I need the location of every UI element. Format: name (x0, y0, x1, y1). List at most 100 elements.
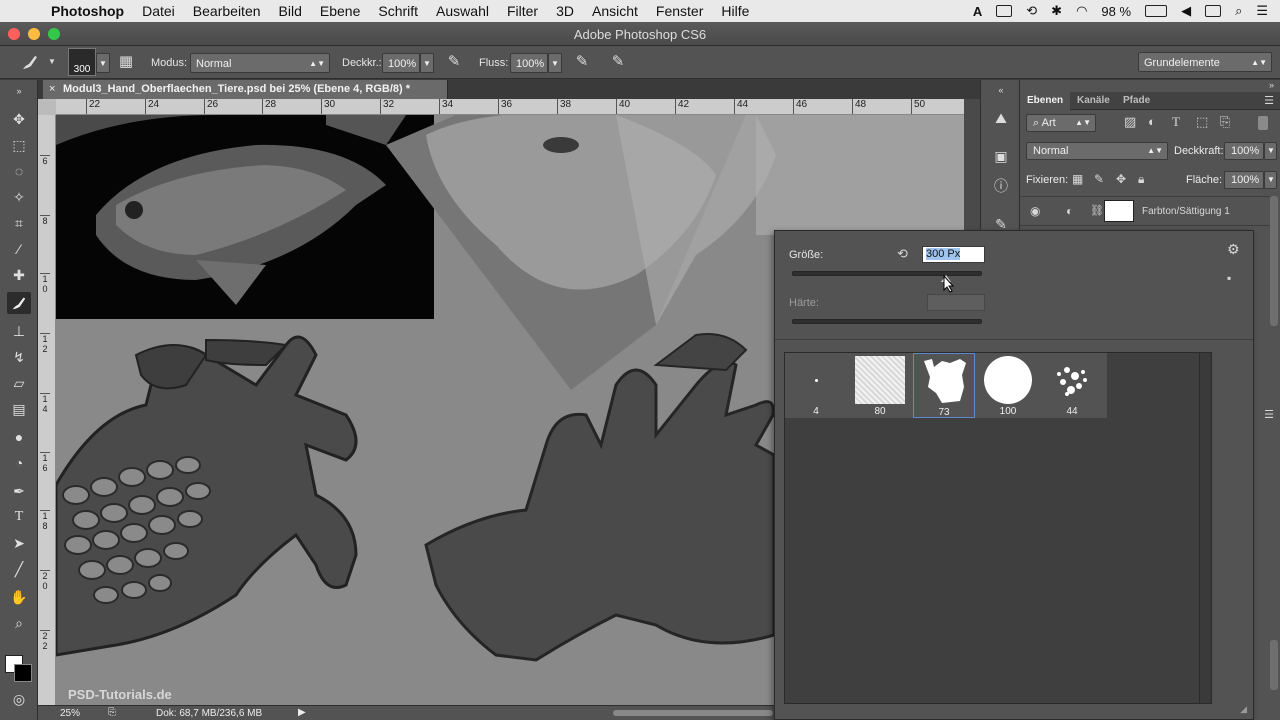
line-tool-icon[interactable]: ╱ (7, 558, 31, 580)
new-preset-icon[interactable]: ▪ (1227, 271, 1231, 285)
lower-panel-scrollbar[interactable] (1270, 640, 1278, 690)
layer-opacity-dropdown[interactable]: ▼ (1264, 142, 1277, 160)
layer-name[interactable]: Farbton/Sättigung 1 (1142, 206, 1230, 217)
resize-grip-icon[interactable]: ◢ (1240, 704, 1247, 715)
layer-opacity-input[interactable]: 100% (1224, 142, 1264, 160)
tool-preset-dropdown-icon[interactable]: ▼ (42, 52, 62, 72)
pressure-opacity-icon[interactable]: ✎ (444, 52, 464, 72)
blend-mode-select[interactable]: Normal ▲▼ (1026, 142, 1168, 160)
notification-center-icon[interactable]: ☰ (1256, 3, 1268, 19)
brush-size-preview[interactable]: 300 (68, 48, 96, 76)
filter-toggle-switch[interactable] (1258, 116, 1268, 130)
lock-image-icon[interactable]: ✎ (1094, 172, 1104, 186)
crop-tool-icon[interactable]: ⌗ (7, 212, 31, 234)
horizontal-ruler[interactable]: 22 24 26 28 30 32 34 36 38 40 42 44 46 4… (56, 99, 964, 115)
flow-input[interactable]: 100% (510, 53, 548, 73)
lower-panel-menu-icon[interactable]: ☰ (1264, 408, 1274, 421)
marquee-tool-icon[interactable]: ⬚ (7, 134, 31, 156)
pen-tool-icon[interactable]: ✒ (7, 480, 31, 502)
picker-settings-gear-icon[interactable]: ⚙ (1227, 241, 1240, 258)
hand-tool-icon[interactable]: ✋ (7, 586, 31, 608)
menu-ansicht[interactable]: Ansicht (583, 0, 647, 22)
document-tab[interactable]: × Modul3_Hand_Oberflaechen_Tiere.psd bei… (43, 80, 448, 99)
type-tool-icon[interactable]: T (7, 506, 31, 528)
adobe-icon[interactable]: A (973, 4, 982, 19)
filter-pixel-layers-icon[interactable]: ▨ (1124, 114, 1136, 130)
flow-dropdown[interactable]: ▼ (548, 53, 562, 73)
panel-collapse-icon[interactable]: » (1269, 80, 1274, 90)
layer-row[interactable]: ◉ ◐ ⛓ Farbton/Sättigung 1 (1020, 196, 1270, 226)
workspace-select[interactable]: Grundelemente ▲▼ (1138, 52, 1272, 72)
layer-mask-thumbnail[interactable] (1104, 200, 1134, 222)
collapse-tools-icon[interactable]: » (7, 80, 31, 102)
panel-menu-icon[interactable]: ☰ (1264, 94, 1274, 107)
filter-type-layers-icon[interactable]: T (1172, 114, 1180, 130)
histogram-icon[interactable]: ⛰ (991, 108, 1011, 128)
layers-scrollbar[interactable] (1270, 196, 1278, 326)
navigator-icon[interactable]: ▣ (991, 146, 1011, 166)
ruler-origin[interactable] (38, 99, 56, 115)
lock-position-icon[interactable]: ✥ (1116, 172, 1126, 186)
menu-photoshop[interactable]: Photoshop (42, 0, 133, 22)
healing-brush-tool-icon[interactable]: ✚ (7, 264, 31, 286)
menu-datei[interactable]: Datei (133, 0, 184, 22)
background-color-swatch[interactable] (14, 664, 32, 682)
spotlight-search-icon[interactable]: ⌕ (1235, 3, 1242, 19)
brush-preset[interactable]: 100 (977, 353, 1039, 418)
battery-percent[interactable]: 98 % (1101, 4, 1131, 19)
brush-tool-preset-icon[interactable] (20, 52, 40, 72)
vertical-ruler[interactable]: 6 8 1 0 1 2 1 4 1 6 1 8 2 0 2 2 (38, 115, 56, 705)
layer-link-icon[interactable]: ⛓ (1090, 204, 1104, 217)
eyedropper-tool-icon[interactable]: ⁄ (7, 238, 31, 260)
quick-selection-tool-icon[interactable]: ✧ (7, 186, 31, 208)
visibility-eye-icon[interactable]: ◉ (1030, 204, 1040, 218)
eraser-tool-icon[interactable]: ▱ (7, 372, 31, 394)
brush-panel-toggle-icon[interactable]: ▦ (116, 52, 136, 72)
fill-dropdown[interactable]: ▼ (1264, 171, 1277, 189)
fill-input[interactable]: 100% (1224, 171, 1264, 189)
lock-all-icon[interactable]: 🔒︎ (1138, 172, 1144, 187)
brush-preset-selected[interactable]: 73 (913, 353, 975, 418)
quick-mask-icon[interactable]: ◎ (7, 688, 31, 710)
wifi-icon[interactable]: ◠ (1076, 3, 1087, 19)
time-machine-icon[interactable]: ⟲ (1026, 3, 1037, 19)
menu-fenster[interactable]: Fenster (647, 0, 712, 22)
dodge-tool-icon[interactable]: ◔ (7, 452, 31, 474)
history-brush-tool-icon[interactable]: ↯ (7, 346, 31, 368)
reset-size-icon[interactable]: ⟲ (897, 246, 908, 262)
opacity-input[interactable]: 100% (382, 53, 420, 73)
collapse-panels-icon[interactable]: « (991, 80, 1011, 100)
camera-icon[interactable] (996, 5, 1013, 17)
menu-auswahl[interactable]: Auswahl (427, 0, 498, 22)
display-icon[interactable] (1205, 5, 1222, 17)
menu-filter[interactable]: Filter (498, 0, 547, 22)
lock-transparency-icon[interactable]: ▦ (1072, 172, 1083, 186)
mode-select[interactable]: Normal ▲▼ (190, 53, 330, 73)
gradient-tool-icon[interactable]: ▤ (7, 398, 31, 420)
horizontal-scrollbar-thumb[interactable] (613, 710, 773, 716)
brush-picker-dropdown[interactable]: ▼ (96, 53, 110, 73)
clone-stamp-tool-icon[interactable]: ⊥ (7, 320, 31, 342)
menu-ebene[interactable]: Ebene (311, 0, 369, 22)
size-input[interactable]: 300 Px (922, 246, 985, 263)
pressure-size-icon[interactable]: ✎ (608, 52, 628, 72)
move-tool-icon[interactable]: ✥ (7, 108, 31, 130)
zoom-tool-icon[interactable]: ⌕ (7, 612, 31, 634)
status-menu-arrow-icon[interactable]: ▶ (298, 706, 306, 720)
filter-smart-objects-icon[interactable]: ⎘ (1220, 114, 1230, 130)
info-icon[interactable]: ⓘ (991, 176, 1011, 196)
menu-schrift[interactable]: Schrift (369, 0, 427, 22)
brush-preset[interactable]: 4 (785, 353, 847, 418)
volume-icon[interactable]: ◀ (1181, 3, 1191, 19)
filter-shape-layers-icon[interactable]: ⬚ (1196, 114, 1208, 130)
battery-icon[interactable] (1145, 5, 1168, 17)
tab-ebenen[interactable]: Ebenen (1020, 92, 1071, 110)
tab-pfade[interactable]: Pfade (1116, 92, 1157, 110)
menu-3d[interactable]: 3D (547, 0, 583, 22)
opacity-dropdown[interactable]: ▼ (420, 53, 434, 73)
blur-tool-icon[interactable]: ● (7, 426, 31, 448)
menu-bild[interactable]: Bild (270, 0, 311, 22)
brush-preset[interactable]: 44 (1041, 353, 1103, 418)
tab-kanaele[interactable]: Kanäle (1070, 92, 1117, 110)
zoom-level[interactable]: 25% (60, 707, 80, 720)
